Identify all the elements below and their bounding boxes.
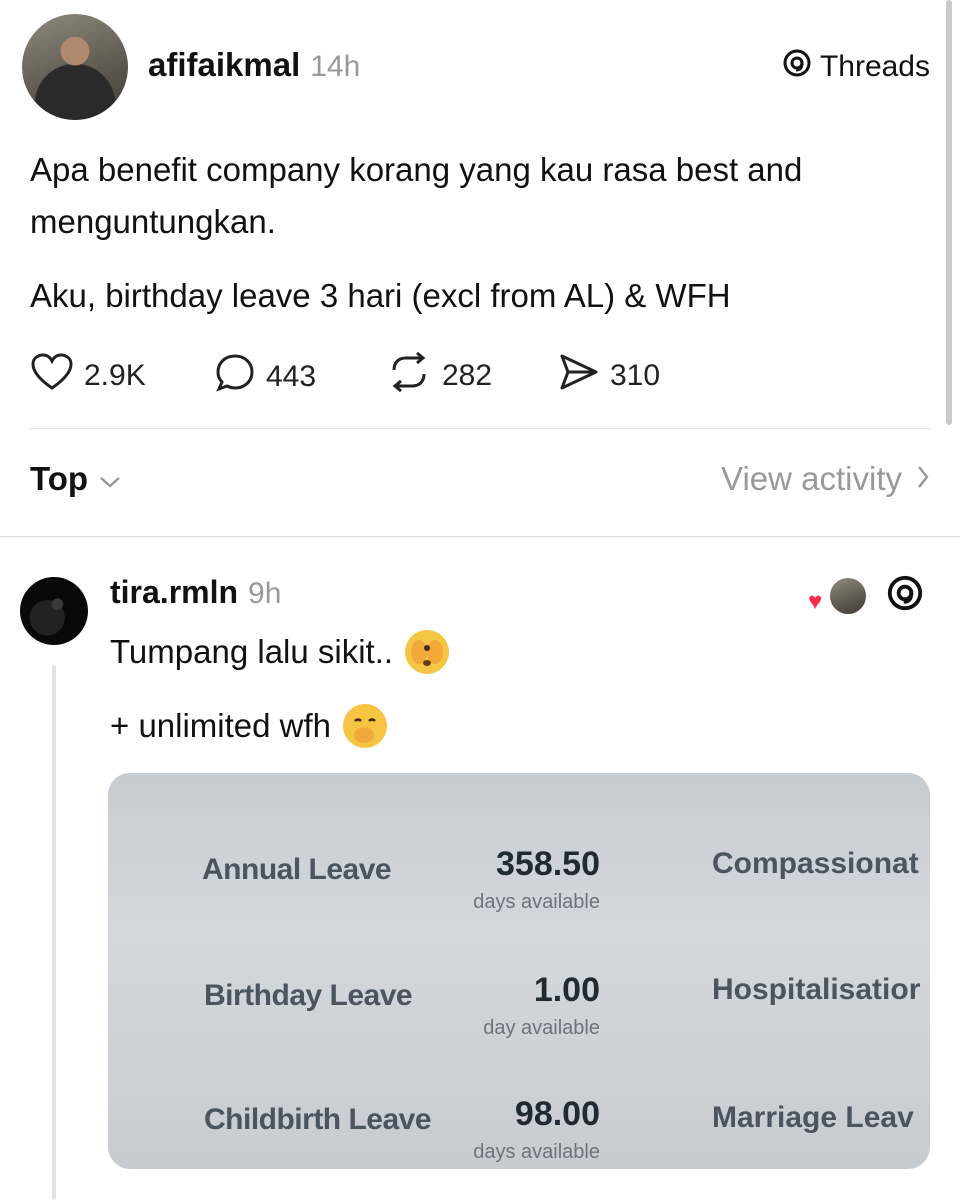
post-text-line: menguntungkan. xyxy=(30,203,276,240)
leave-balance-unit: days available xyxy=(473,1141,600,1163)
leave-type-label: Hospitalisatior xyxy=(712,973,921,1006)
leave-row: Birthday Leave 1.00 day available Hospit… xyxy=(108,941,930,1067)
sort-dropdown[interactable]: Top xyxy=(30,460,122,498)
leave-type-label: Childbirth Leave xyxy=(204,1103,432,1136)
repost-icon xyxy=(386,351,432,400)
post-text-line: Apa benefit company korang yang kau rasa… xyxy=(30,151,803,188)
liker-avatar xyxy=(828,576,868,616)
leave-balance-value: 358.50 xyxy=(496,845,600,883)
reply-text-line: + unlimited wfh xyxy=(110,704,388,748)
post-text-line: Aku, birthday leave 3 hari (excl from AL… xyxy=(30,277,731,314)
leave-balance-value: 1.00 xyxy=(533,971,600,1009)
leave-type-label: Birthday Leave xyxy=(204,979,413,1012)
reply-username[interactable]: tira.rmln xyxy=(110,574,238,611)
threads-icon[interactable] xyxy=(886,574,924,621)
post-body: Apa benefit company korang yang kau rasa… xyxy=(30,144,930,248)
share-button[interactable]: 310 xyxy=(558,352,660,400)
post-header: afifaikmal 14h xyxy=(148,46,360,84)
sort-label: Top xyxy=(30,460,89,497)
comment-icon xyxy=(214,352,256,402)
send-icon xyxy=(558,352,600,400)
leave-balance-unit: day available xyxy=(483,1017,600,1039)
comment-button[interactable]: 443 xyxy=(214,352,316,402)
hand-over-mouth-emoji-icon xyxy=(343,704,388,748)
repost-button[interactable]: 282 xyxy=(386,351,493,400)
leave-type-label: Compassionat xyxy=(712,847,919,880)
threads-brand-label: Threads xyxy=(819,50,930,83)
section-divider xyxy=(0,536,960,537)
reply-line-2: + unlimited wfh xyxy=(110,707,332,744)
chevron-right-icon xyxy=(916,460,930,498)
leave-type-label: Marriage Leav xyxy=(712,1101,914,1134)
reply-header: tira.rmln 9h xyxy=(110,574,281,611)
thread-line xyxy=(52,665,56,1200)
leave-balance-unit: days available xyxy=(473,891,600,913)
comment-count: 443 xyxy=(266,360,317,393)
leave-type-label: Annual Leave xyxy=(202,853,392,886)
attached-photo[interactable]: Annual Leave 358.50 days available Compa… xyxy=(108,773,930,1169)
reply-avatar[interactable] xyxy=(20,577,88,645)
heart-icon xyxy=(30,352,74,400)
divider xyxy=(30,428,930,429)
reply-time: 9h xyxy=(248,577,282,610)
author-username[interactable]: afifaikmal xyxy=(148,46,300,84)
liked-heart-icon: ♥ xyxy=(808,588,823,615)
like-count: 2.9K xyxy=(84,359,146,392)
threads-brand[interactable]: Threads xyxy=(782,48,930,86)
share-count: 310 xyxy=(610,359,661,392)
leave-balance-value: 98.00 xyxy=(514,1095,600,1133)
chevron-down-icon xyxy=(98,460,122,498)
leave-row: Annual Leave 358.50 days available Compa… xyxy=(108,815,930,941)
author-avatar[interactable] xyxy=(22,14,128,120)
view-activity-label: View activity xyxy=(721,460,902,497)
like-button[interactable]: 2.9K xyxy=(30,352,146,400)
repost-count: 282 xyxy=(442,359,493,392)
post-time: 14h xyxy=(310,50,361,83)
reply-text-line: Tumpang lalu sikit.. xyxy=(110,630,450,674)
face-peeking-emoji-icon xyxy=(405,630,450,674)
threads-logo-icon xyxy=(782,48,812,86)
view-activity-link[interactable]: View activity xyxy=(721,460,930,498)
leave-row: Childbirth Leave 98.00 days available Ma… xyxy=(108,1065,930,1169)
scrollbar[interactable] xyxy=(946,0,952,425)
reply-line-1: Tumpang lalu sikit.. xyxy=(110,633,394,670)
